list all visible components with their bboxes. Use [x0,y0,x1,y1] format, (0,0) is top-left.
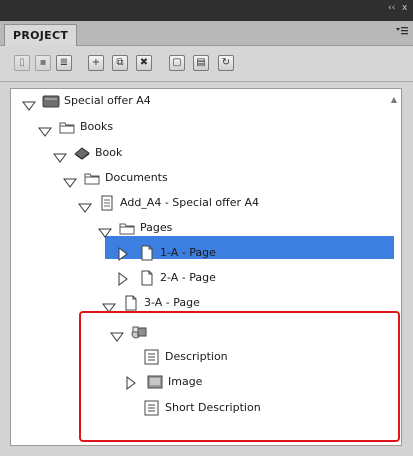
add-icon: + [91,57,101,68]
tree-item-special-offer-a4[interactable]: Special offer A4 [22,90,302,112]
tree-item-label: Add_A4 - Special offer A4 [120,196,260,209]
tree-item-1-a-page[interactable]: 1-A - Page [118,242,398,264]
copy-button[interactable]: ⧉ [112,55,128,71]
expand-toggle-icon[interactable] [98,224,112,238]
page-icon [138,270,156,286]
add-button[interactable]: + [88,55,104,71]
collapse-icon[interactable]: ‹‹ [388,3,395,13]
refresh-icon: ↻ [221,57,231,68]
new-doc-button[interactable]: ▯ [14,55,30,71]
tree-item-label: 1-A - Page [160,246,216,259]
annotation-highlight-box [79,311,400,442]
tree-item-pages[interactable]: Pages [98,217,378,239]
page-icon [138,245,156,261]
preview-icon: ▢ [172,57,182,68]
page-icon [122,295,140,311]
collapse-toggle-icon[interactable] [118,247,132,261]
new-doc-icon: ▯ [19,57,25,68]
folder-icon [58,119,76,135]
collapse-toggle-icon[interactable] [118,272,132,286]
tree-item-label: Books [80,120,114,133]
expand-toggle-icon[interactable] [102,299,116,313]
document-icon [98,195,116,211]
properties-button[interactable]: ≣ [56,55,72,71]
expand-toggle-icon[interactable] [63,174,77,188]
refresh-button[interactable]: ↻ [218,55,234,71]
save-icon: ▪ [39,57,47,68]
tree-item-2-a-page[interactable]: 2-A - Page [118,267,398,289]
tree-item-label: 2-A - Page [160,271,216,284]
tree-item-add-a4-special-offer-a4[interactable]: Add_A4 - Special offer A4 [78,192,358,214]
close-icon[interactable]: x [402,3,407,13]
tree-item-label: Book [95,146,123,159]
properties-icon: ≣ [59,57,69,68]
tab-project[interactable]: PROJECT [4,24,77,47]
tree-item-label: Documents [105,171,168,184]
tree-item-books[interactable]: Books [38,116,318,138]
folder-icon [83,170,101,186]
layout-button[interactable]: ▤ [193,55,209,71]
expand-toggle-icon[interactable] [38,123,52,137]
project-icon [42,93,60,109]
tree-item-label: Pages [140,221,173,234]
scroll-up-icon[interactable]: ▲ [391,95,397,104]
panel-titlebar: ‹‹ x [0,0,413,21]
copy-icon: ⧉ [116,57,124,68]
delete-icon: ✖ [139,57,149,68]
preview-button[interactable]: ▢ [169,55,185,71]
panel-menu-icon[interactable] [396,26,408,39]
save-button[interactable]: ▪ [35,55,51,71]
tree-item-book[interactable]: Book [53,142,333,164]
expand-toggle-icon[interactable] [78,199,92,213]
tree-item-documents[interactable]: Documents [63,167,343,189]
toolbar: ▯ ▪ ≣ + ⧉ ✖ ▢ ▤ ↻ [0,46,413,82]
layout-icon: ▤ [196,57,206,68]
tree-item-label: Special offer A4 [64,94,151,107]
expand-toggle-icon[interactable] [53,149,67,163]
book-icon [73,145,91,161]
delete-button[interactable]: ✖ [136,55,152,71]
folder-icon [118,220,136,236]
tab-bar: PROJECT [0,21,413,47]
expand-toggle-icon[interactable] [22,97,36,111]
